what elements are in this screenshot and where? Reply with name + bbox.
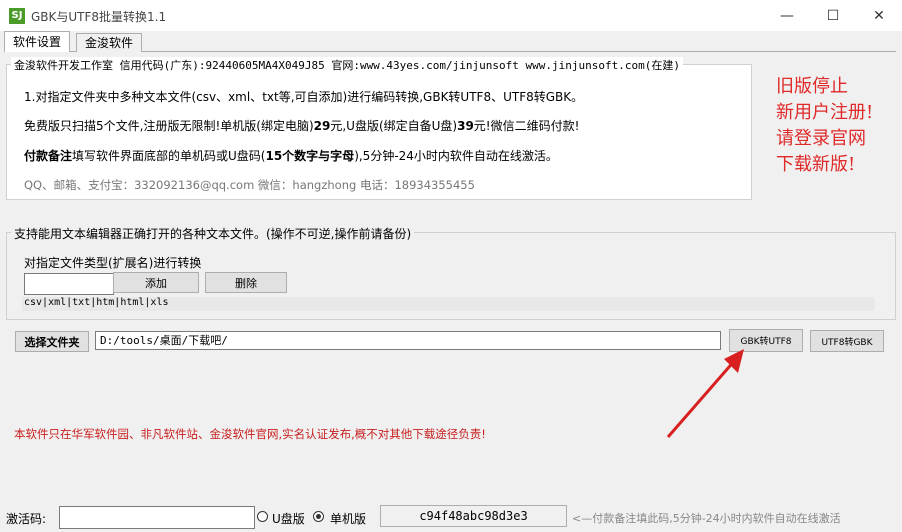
filetype-label: 对指定文件类型(扩展名)进行转换 — [24, 256, 202, 270]
payment-note-text: 填写软件界面底部的单机码或U盘码( — [72, 149, 266, 163]
activation-label: 激活码: — [6, 512, 47, 526]
price-single: 29 — [313, 119, 331, 133]
close-button[interactable]: ✕ — [856, 0, 902, 31]
select-folder-button[interactable]: 选择文件夹 — [15, 331, 89, 352]
info-line-3: 付款备注填写软件界面底部的单机码或U盘码(15个数字与字母),5分钟-24小时内… — [24, 147, 558, 164]
pricing-text-3: 元!微信二维码付款! — [473, 119, 580, 133]
tab-jinjun-software[interactable]: 金浚软件 — [76, 33, 143, 52]
udisk-label[interactable]: U盘版 — [272, 510, 305, 527]
maximize-button[interactable]: ☐ — [810, 0, 856, 31]
payment-hint: <—付款备注填此码,5分钟-24小时内软件自动在线激活 — [572, 512, 841, 525]
extension-list: csv|xml|txt|htm|html|xls — [24, 297, 169, 308]
notice-line-4: 下载新版! — [776, 154, 856, 175]
payment-note-label: 付款备注 — [24, 149, 73, 163]
notice-line-3: 请登录官网 — [776, 128, 866, 149]
payment-note-bold: 15个数字与字母 — [265, 149, 355, 163]
delete-button[interactable]: 删除 — [205, 272, 287, 293]
info-group-title: 金浚软件开发工作室 信用代码(广东):92440605MA4X049J85 官网… — [11, 57, 683, 73]
extension-input[interactable] — [24, 273, 114, 295]
side-notice: 旧版停止 新用户注册! 请登录官网 下载新版! — [776, 74, 891, 178]
single-pc-label[interactable]: 单机版 — [330, 510, 366, 527]
info-line-2: 免费版只扫描5个文件,注册版无限制!单机版(绑定电脑)29元,U盘版(绑定自备U… — [24, 117, 579, 134]
notice-line-2: 新用户注册! — [776, 102, 874, 123]
folder-path-input[interactable]: D:/tools/桌面/下载吧/ — [95, 331, 721, 350]
add-button[interactable]: 添加 — [113, 272, 199, 293]
single-pc-radio[interactable] — [313, 511, 324, 522]
payment-note-text-2: ),5分钟-24小时内软件自动在线激活。 — [354, 149, 558, 163]
tab-settings[interactable]: 软件设置 — [4, 31, 71, 52]
disclaimer-text: 本软件只在华军软件园、非凡软件站、金浚软件官网,实名认证发布,概不对其他下载途径… — [14, 427, 486, 441]
machine-code: c94f48abc98d3e3 — [380, 505, 567, 527]
minimize-button[interactable]: — — [764, 0, 810, 31]
arrow-shaft — [666, 358, 738, 438]
notice-line-1: 旧版停止 — [776, 76, 848, 97]
app-icon: SJ — [9, 8, 25, 24]
pricing-text-2: 元,U盘版(绑定自备U盘) — [330, 119, 458, 133]
info-line-1: 1.对指定文件夹中多种文本文件(csv、xml、txt等,可自添加)进行编码转换… — [24, 90, 584, 104]
contact-info: QQ、邮箱、支付宝：332092136@qq.com 微信：hangzhong … — [24, 178, 475, 192]
red-arrow-annotation — [666, 349, 744, 438]
udisk-radio[interactable] — [257, 511, 268, 522]
window-title: GBK与UTF8批量转换1.1 — [31, 10, 167, 24]
support-group-title: 支持能用文本编辑器正确打开的各种文本文件。(操作不可逆,操作前请备份) — [11, 225, 415, 242]
price-udisk: 39 — [457, 119, 474, 133]
pricing-text: 免费版只扫描5个文件,注册版无限制!单机版(绑定电脑) — [24, 119, 314, 133]
activation-code-input[interactable] — [59, 506, 255, 529]
utf8-to-gbk-button[interactable]: UTF8转GBK — [810, 330, 884, 352]
